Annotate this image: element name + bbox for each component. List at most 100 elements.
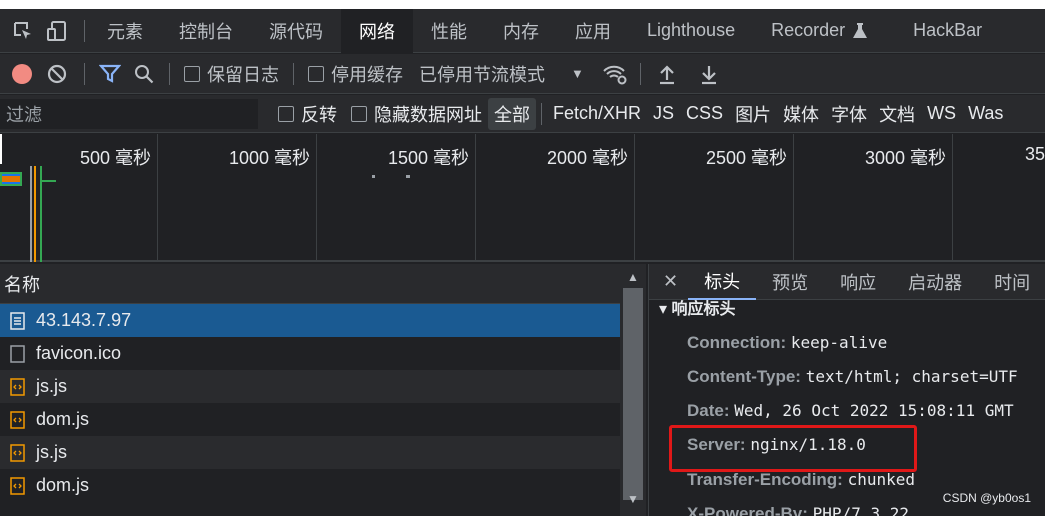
tab-initiator[interactable]: 启动器 <box>892 264 978 300</box>
header-value: chunked <box>847 470 916 489</box>
tab-recorder[interactable]: Recorder <box>753 9 875 53</box>
dom-content-loaded-line <box>34 166 36 262</box>
filter-bar: 过滤 反转 隐藏数据网址 全部 Fetch/XHR JS CSS 图片 媒体 字… <box>0 95 1045 133</box>
hide-data-urls-label: 隐藏数据网址 <box>374 104 482 125</box>
header-value: keep-alive <box>790 333 888 352</box>
highlight-box <box>669 425 917 472</box>
timeline-gridline <box>316 134 317 262</box>
type-filter-all[interactable]: 全部 <box>488 97 536 130</box>
request-detail-pane: ✕ 标头 预览 响应 启动器 时间 ▾ 响应标头 Connection: kee… <box>648 264 1045 516</box>
dropdown-arrow-icon[interactable]: ▼ <box>571 66 584 81</box>
timeline-gridline <box>634 134 635 262</box>
device-toolbar-icon[interactable] <box>46 20 68 42</box>
script-icon <box>10 377 25 396</box>
tab-response[interactable]: 响应 <box>824 264 892 300</box>
column-header-name[interactable]: 名称 <box>0 264 620 304</box>
type-filter-font[interactable]: 字体 <box>825 101 873 127</box>
network-conditions-icon[interactable] <box>602 63 628 85</box>
toolbar-separator <box>293 62 294 85</box>
tab-network[interactable]: 网络 <box>341 8 413 53</box>
filter-separator <box>541 102 542 125</box>
timeline-overview[interactable]: 500 毫秒 1000 毫秒 1500 毫秒 2000 毫秒 2500 毫秒 3… <box>0 134 1045 262</box>
request-list: 名称 43.143.7.97 favicon.ico js.js dom.js … <box>0 264 620 516</box>
timeline-gridline <box>793 134 794 262</box>
tab-recorder-label: Recorder <box>771 20 846 40</box>
type-filter-media[interactable]: 媒体 <box>777 101 825 127</box>
request-row[interactable]: dom.js <box>0 403 620 436</box>
throttling-select[interactable]: 已停用节流模式 <box>419 61 545 87</box>
tab-elements[interactable]: 元素 <box>89 9 161 53</box>
header-key: Content-Type: <box>687 367 801 386</box>
header-key: Transfer-Encoding: <box>687 470 843 489</box>
scroll-up-arrow-icon[interactable]: ▲ <box>626 270 640 284</box>
timeline-gridline <box>157 134 158 262</box>
timeline-tick: 35 <box>1025 144 1045 164</box>
preserve-log-label: 保留日志 <box>207 64 279 85</box>
tab-application[interactable]: 应用 <box>557 9 629 53</box>
header-value: PHP/7.3.22 <box>812 504 909 516</box>
header-row-connection: Connection: keep-alive <box>687 333 887 353</box>
search-icon[interactable] <box>133 63 155 85</box>
header-row-content-type: Content-Type: text/html; charset=UTF <box>687 367 1018 387</box>
request-name: 43.143.7.97 <box>36 310 132 330</box>
tab-memory[interactable]: 内存 <box>485 9 557 53</box>
filter-icon[interactable] <box>99 63 121 85</box>
timeline-tick: 2500 毫秒 <box>706 148 788 168</box>
type-filter-js[interactable]: JS <box>647 103 680 124</box>
type-filter-css[interactable]: CSS <box>680 103 729 124</box>
watermark: CSDN @yb0os1 <box>942 491 1031 505</box>
script-icon <box>10 476 25 495</box>
response-headers-section-title[interactable]: ▾ 响应标头 <box>659 295 735 319</box>
type-filter-ws[interactable]: WS <box>921 103 962 124</box>
hide-data-urls-checkbox[interactable] <box>351 105 367 122</box>
type-filter-img[interactable]: 图片 <box>729 101 777 127</box>
filter-input[interactable]: 过滤 <box>0 98 258 129</box>
request-row[interactable]: 43.143.7.97 <box>0 304 620 337</box>
tabbar-separator <box>84 19 85 42</box>
disable-cache-checkbox[interactable] <box>308 65 324 82</box>
toolbar-separator <box>639 62 641 85</box>
tab-sources[interactable]: 源代码 <box>251 9 341 53</box>
request-row[interactable]: js.js <box>0 370 620 403</box>
flask-icon <box>853 22 868 39</box>
tab-console[interactable]: 控制台 <box>161 9 251 53</box>
tab-lighthouse[interactable]: Lighthouse <box>629 9 753 53</box>
request-dot <box>406 175 410 178</box>
preserve-log-checkbox[interactable] <box>184 65 200 82</box>
timeline-tick: 500 毫秒 <box>80 148 152 168</box>
request-name: favicon.ico <box>36 343 122 363</box>
import-har-icon[interactable] <box>657 63 677 85</box>
inspect-element-icon[interactable] <box>12 20 34 42</box>
tab-preview[interactable]: 预览 <box>756 264 824 300</box>
request-dot <box>372 175 375 178</box>
request-name: dom.js <box>36 409 90 429</box>
invert-checkbox[interactable] <box>278 105 294 122</box>
request-bar <box>2 176 20 182</box>
type-filter-wasm[interactable]: Was <box>962 103 1009 124</box>
timeline-gridline <box>952 134 953 262</box>
type-filter-fetch-xhr[interactable]: Fetch/XHR <box>547 103 647 124</box>
export-har-icon[interactable] <box>699 63 719 85</box>
scrollbar-thumb[interactable] <box>623 288 643 500</box>
toolbar-separator <box>169 62 170 85</box>
clear-icon[interactable] <box>46 63 68 85</box>
document-icon <box>10 311 25 330</box>
script-icon <box>10 443 25 462</box>
request-name: dom.js <box>36 475 90 495</box>
request-name: js.js <box>36 442 67 462</box>
timeline-start-marker <box>0 134 2 164</box>
tab-performance[interactable]: 性能 <box>413 9 485 53</box>
request-row[interactable]: dom.js <box>0 469 620 502</box>
close-icon[interactable]: ✕ <box>649 271 688 292</box>
disable-cache-label: 停用缓存 <box>331 64 403 85</box>
type-filter-doc[interactable]: 文档 <box>873 101 921 127</box>
request-list-scrollbar[interactable]: ▲ ▼ <box>620 264 646 516</box>
tab-timing[interactable]: 时间 <box>978 264 1045 300</box>
request-row[interactable]: js.js <box>0 436 620 469</box>
tab-hackbar[interactable]: HackBar <box>875 9 1000 53</box>
scroll-down-arrow-icon[interactable]: ▼ <box>626 492 640 506</box>
request-row[interactable]: favicon.ico <box>0 337 620 370</box>
header-value: text/html; charset=UTF <box>805 367 1018 386</box>
record-icon[interactable] <box>12 63 32 84</box>
timeline-tick: 1500 毫秒 <box>388 148 470 168</box>
